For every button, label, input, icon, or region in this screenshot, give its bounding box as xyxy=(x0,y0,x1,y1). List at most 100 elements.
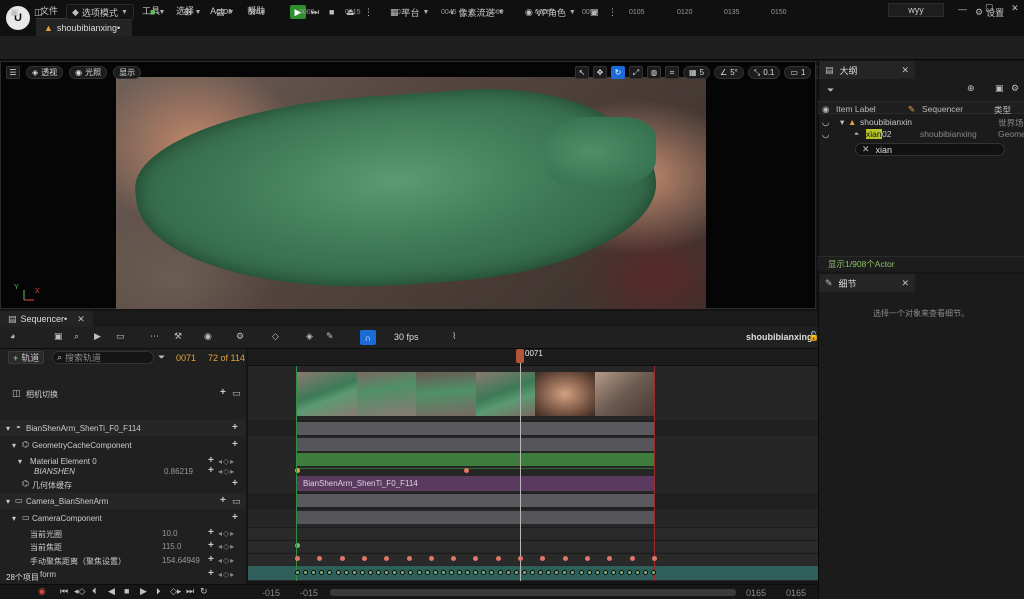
keyframe[interactable] xyxy=(464,468,469,473)
auto-key-icon[interactable]: ◈ xyxy=(306,331,313,342)
outliner-row[interactable]: ◡ ▾ ▲ shoubibianxin 世界场 xyxy=(818,116,1024,128)
section-geometry-cache[interactable]: BianShenArm_ShenTi_F0_F114 xyxy=(297,476,654,491)
keyframe[interactable] xyxy=(432,570,438,575)
track-aperture[interactable]: 当前光圈 xyxy=(30,529,62,540)
keyframe[interactable] xyxy=(424,570,430,575)
viewport-scene[interactable] xyxy=(116,77,706,309)
track-actor-bianshen[interactable]: BianShenArm_ShenTi_F0_F114 xyxy=(26,424,141,433)
play-icon[interactable]: ▶ xyxy=(140,586,147,597)
section-geometry-cache-component[interactable] xyxy=(297,438,654,451)
camera-speed-button[interactable]: ▭ 1 xyxy=(784,66,812,79)
render-movie-icon[interactable]: ▶ xyxy=(94,331,101,342)
outliner-tab[interactable]: ▤ 大纲 ✕ xyxy=(819,61,915,79)
clear-search-icon[interactable]: ✕ xyxy=(862,144,870,155)
keyframe[interactable] xyxy=(538,570,543,575)
playback-end-marker[interactable] xyxy=(654,366,655,581)
angle-snap-button[interactable]: ∠ 5° xyxy=(714,66,744,79)
next-key-icon[interactable]: ◇▸ xyxy=(170,586,181,597)
close-icon[interactable]: ✕ xyxy=(901,278,909,289)
track-material-element[interactable]: Material Element 0 xyxy=(30,457,97,466)
keyframe[interactable] xyxy=(428,556,434,561)
add-filter-icon[interactable]: ⊕ xyxy=(967,83,975,94)
camera-cut-section[interactable] xyxy=(297,372,654,416)
add-icon[interactable]: + xyxy=(232,512,238,523)
param-bianshen[interactable]: BIANSHEN xyxy=(34,467,75,476)
keyframe[interactable] xyxy=(629,556,635,561)
scale-tool-icon[interactable]: ⤢ xyxy=(629,66,643,79)
col-sequencer[interactable]: Sequencer xyxy=(922,104,963,114)
find-icon[interactable]: ⌕ xyxy=(74,331,79,342)
working-range-end[interactable]: 0165 xyxy=(746,588,766,598)
track-camera-cut[interactable]: 相机切换 xyxy=(26,389,58,400)
keyframe[interactable] xyxy=(448,570,454,575)
section-camera-component[interactable] xyxy=(297,511,654,524)
mode-dropdown[interactable]: ◆ 选项模式 ▼ xyxy=(66,4,134,20)
tools-icon[interactable]: ⚒ xyxy=(174,331,182,342)
keyframe[interactable] xyxy=(440,570,446,575)
surface-snap-icon[interactable]: ⌗ xyxy=(665,66,679,79)
chevron-down-icon[interactable]: ▾ xyxy=(6,424,10,433)
outliner-row[interactable]: ◡ ◓ xian 02 shoubibianxing Geome xyxy=(818,128,1024,140)
loop-icon[interactable]: ↻ xyxy=(200,586,208,597)
visibility-icon[interactable]: ◉ xyxy=(822,104,829,115)
track-camera-component[interactable]: CameraComponent xyxy=(32,514,102,523)
timeline-scrollbar[interactable] xyxy=(330,589,736,596)
sequencer-tab[interactable]: ▤ Sequencer• ✕ xyxy=(0,311,93,327)
playhead-handle[interactable] xyxy=(516,349,524,363)
visibility-icon[interactable]: ◡ xyxy=(822,129,829,140)
folder-add-icon[interactable]: ▣ xyxy=(995,83,1004,94)
param-bianshen-value[interactable]: 0.86219 xyxy=(164,467,193,476)
keyframe[interactable] xyxy=(359,570,365,575)
track-focal-length[interactable]: 当前焦距 xyxy=(30,542,62,553)
prev-key-icon[interactable]: ◂◇ xyxy=(74,586,85,597)
save-button[interactable]: ▣ xyxy=(10,4,19,20)
world-local-icon[interactable]: ◍ xyxy=(647,66,661,79)
keyframe[interactable] xyxy=(367,570,373,575)
keyframe[interactable] xyxy=(457,570,462,575)
section-actor[interactable] xyxy=(297,422,654,435)
keyframe[interactable] xyxy=(594,570,600,575)
add-icon[interactable]: + xyxy=(232,478,238,489)
keyframe[interactable] xyxy=(351,570,357,575)
view-icon[interactable]: ◉ xyxy=(204,331,212,342)
keyframe[interactable] xyxy=(578,570,584,575)
keyframe[interactable] xyxy=(651,556,657,561)
add-icon[interactable]: + xyxy=(208,568,214,579)
record-icon[interactable]: ◉ xyxy=(38,586,46,597)
gear-icon[interactable]: ⚙ xyxy=(1011,83,1019,94)
sequence-name[interactable]: shoubibianxing• xyxy=(746,332,816,342)
key-nav-controls[interactable]: ◂◇▸ xyxy=(218,467,235,476)
jump-end-icon[interactable]: ⏭ xyxy=(186,586,194,597)
keyframe[interactable] xyxy=(513,570,519,575)
chevron-down-icon[interactable]: ▾ xyxy=(6,497,10,506)
add-icon[interactable]: + xyxy=(208,540,214,551)
level-tab[interactable]: ▲ shoubibianxing• xyxy=(36,18,132,36)
add-icon[interactable]: + xyxy=(220,495,226,506)
playback-options-icon[interactable]: ⋯ xyxy=(150,331,159,342)
camera-icon[interactable]: ▭ xyxy=(116,331,125,342)
filter-icon[interactable]: ⏷ xyxy=(158,352,165,363)
key-nav-controls[interactable]: ◂◇▸ xyxy=(218,529,235,538)
show-button[interactable]: 显示 xyxy=(113,66,142,79)
keyframe[interactable] xyxy=(529,570,535,575)
curve-editor-icon[interactable]: ⌇ xyxy=(452,331,456,342)
add-track-button[interactable]: + 轨道 xyxy=(8,351,45,364)
track-geometry-cache-component[interactable]: GeometryCacheComponent xyxy=(32,441,132,450)
edit-icon[interactable]: ✎ xyxy=(326,331,334,342)
keyframe[interactable] xyxy=(495,556,501,561)
keyframe[interactable] xyxy=(406,556,412,561)
perspective-button[interactable]: ◈ 透视 xyxy=(26,66,64,79)
move-tool-icon[interactable]: ✥ xyxy=(593,66,607,79)
section-camera-actor[interactable] xyxy=(297,494,654,507)
keyframe[interactable] xyxy=(521,570,527,575)
current-frame-field[interactable]: 0071 xyxy=(176,353,196,363)
keyframe[interactable] xyxy=(335,570,341,575)
outliner-search-value[interactable]: xian xyxy=(876,145,893,155)
chevron-down-icon[interactable]: ▾ xyxy=(12,514,16,523)
keyframe[interactable] xyxy=(361,556,367,561)
keyframe[interactable] xyxy=(619,570,624,575)
cinematics-button[interactable]: ▤ ▼ xyxy=(216,4,234,20)
prev-frame-icon[interactable]: ⏴ xyxy=(92,586,97,597)
keyframe[interactable] xyxy=(295,570,300,575)
jump-start-icon[interactable]: ⏮ xyxy=(60,586,68,597)
